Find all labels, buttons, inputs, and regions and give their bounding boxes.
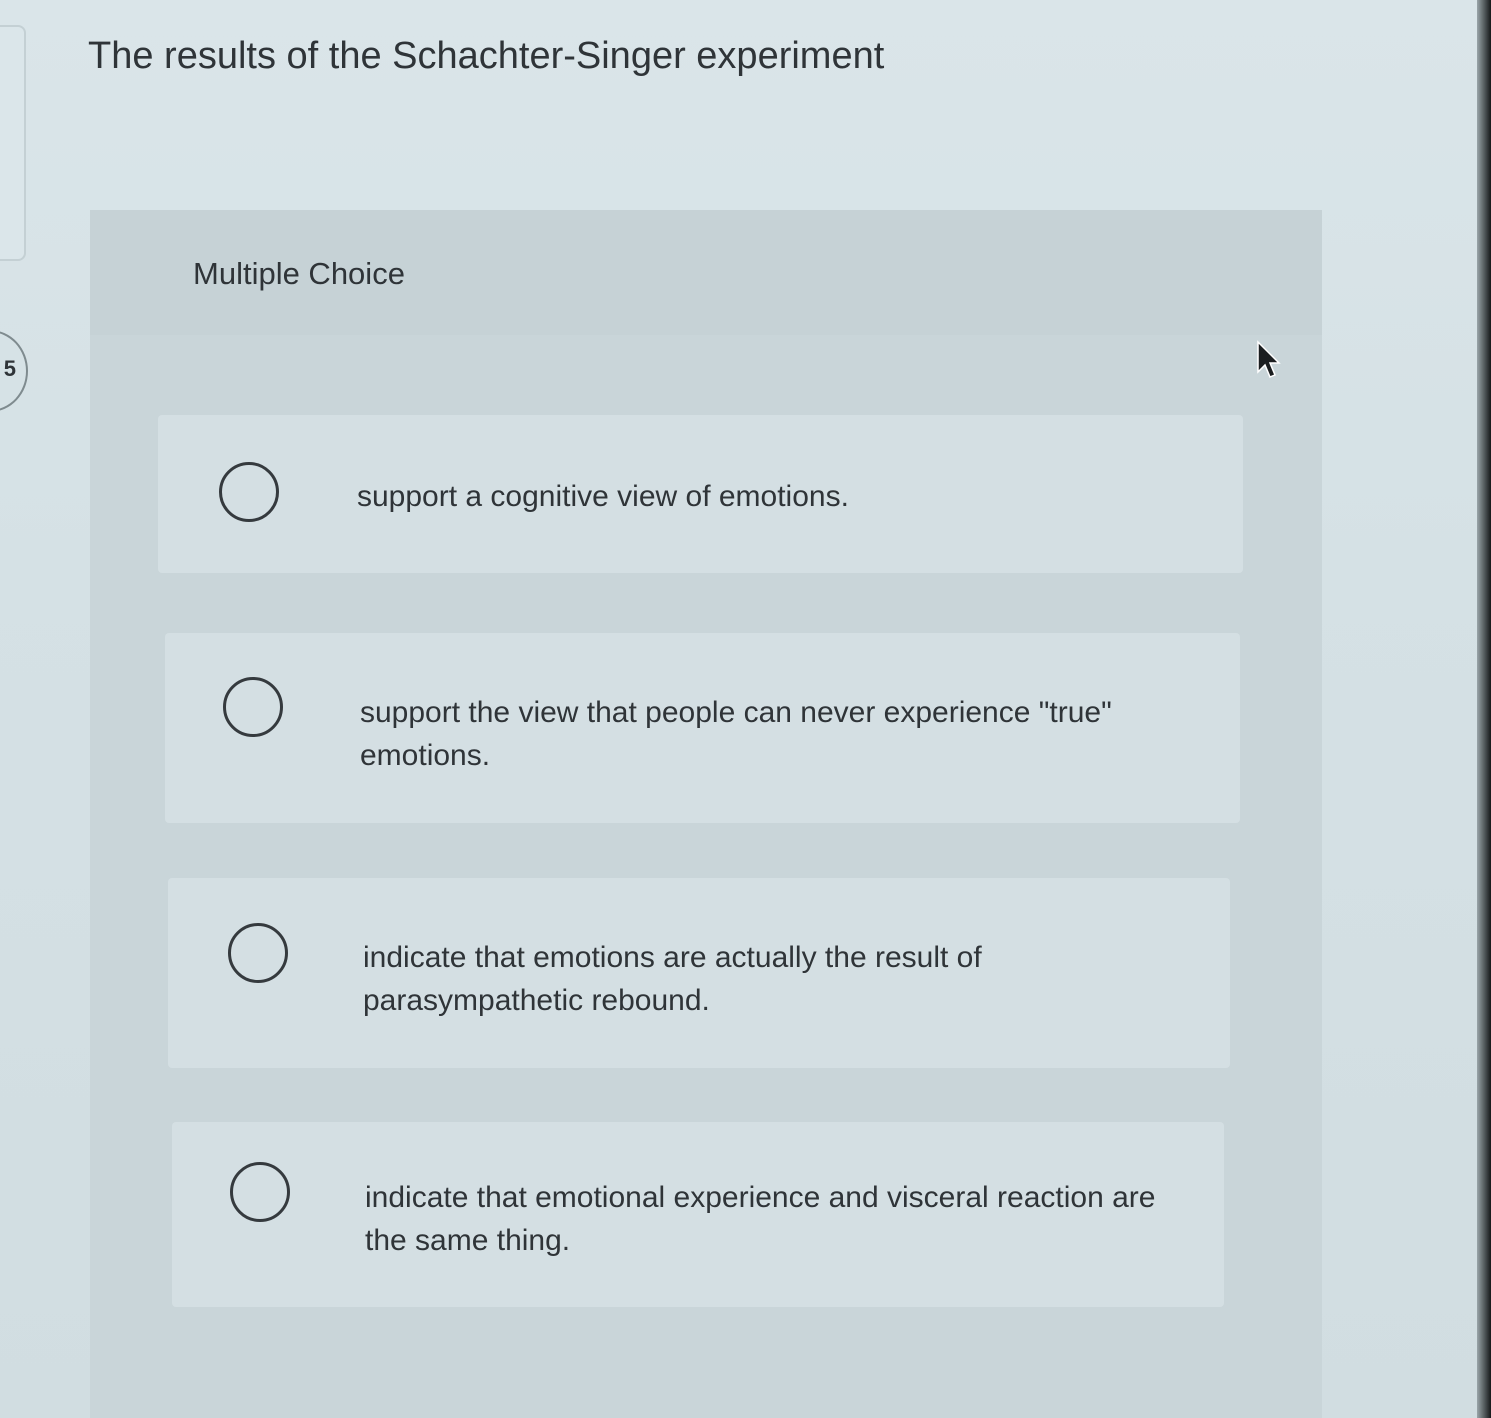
panel-header: Multiple Choice	[90, 210, 1322, 335]
mouse-pointer-icon	[1257, 340, 1281, 378]
answer-option-text: support a cognitive view of emotions.	[357, 480, 849, 513]
question-title: The results of the Schachter-Singer expe…	[88, 35, 885, 77]
question-type-label: Multiple Choice	[193, 256, 405, 291]
radio-circle-icon[interactable]	[223, 677, 283, 737]
side-panel-tab[interactable]	[0, 25, 26, 261]
radio-circle-icon[interactable]	[230, 1162, 290, 1222]
answer-option-1[interactable]: support a cognitive view of emotions.	[158, 415, 1243, 573]
answer-option-4[interactable]: indicate that emotional experience and v…	[172, 1122, 1224, 1307]
radio-circle-icon[interactable]	[219, 462, 279, 522]
answer-option-2[interactable]: support the view that people can never e…	[165, 633, 1240, 823]
question-number: 5	[3, 356, 16, 381]
screen-edge	[1477, 0, 1491, 1418]
answer-option-3[interactable]: indicate that emotions are actually the …	[168, 878, 1230, 1068]
radio-circle-icon[interactable]	[228, 923, 288, 983]
answer-option-text: support the view that people can never e…	[360, 696, 1112, 772]
answer-option-text: indicate that emotions are actually the …	[363, 941, 982, 1017]
answer-option-text: indicate that emotional experience and v…	[365, 1181, 1156, 1257]
